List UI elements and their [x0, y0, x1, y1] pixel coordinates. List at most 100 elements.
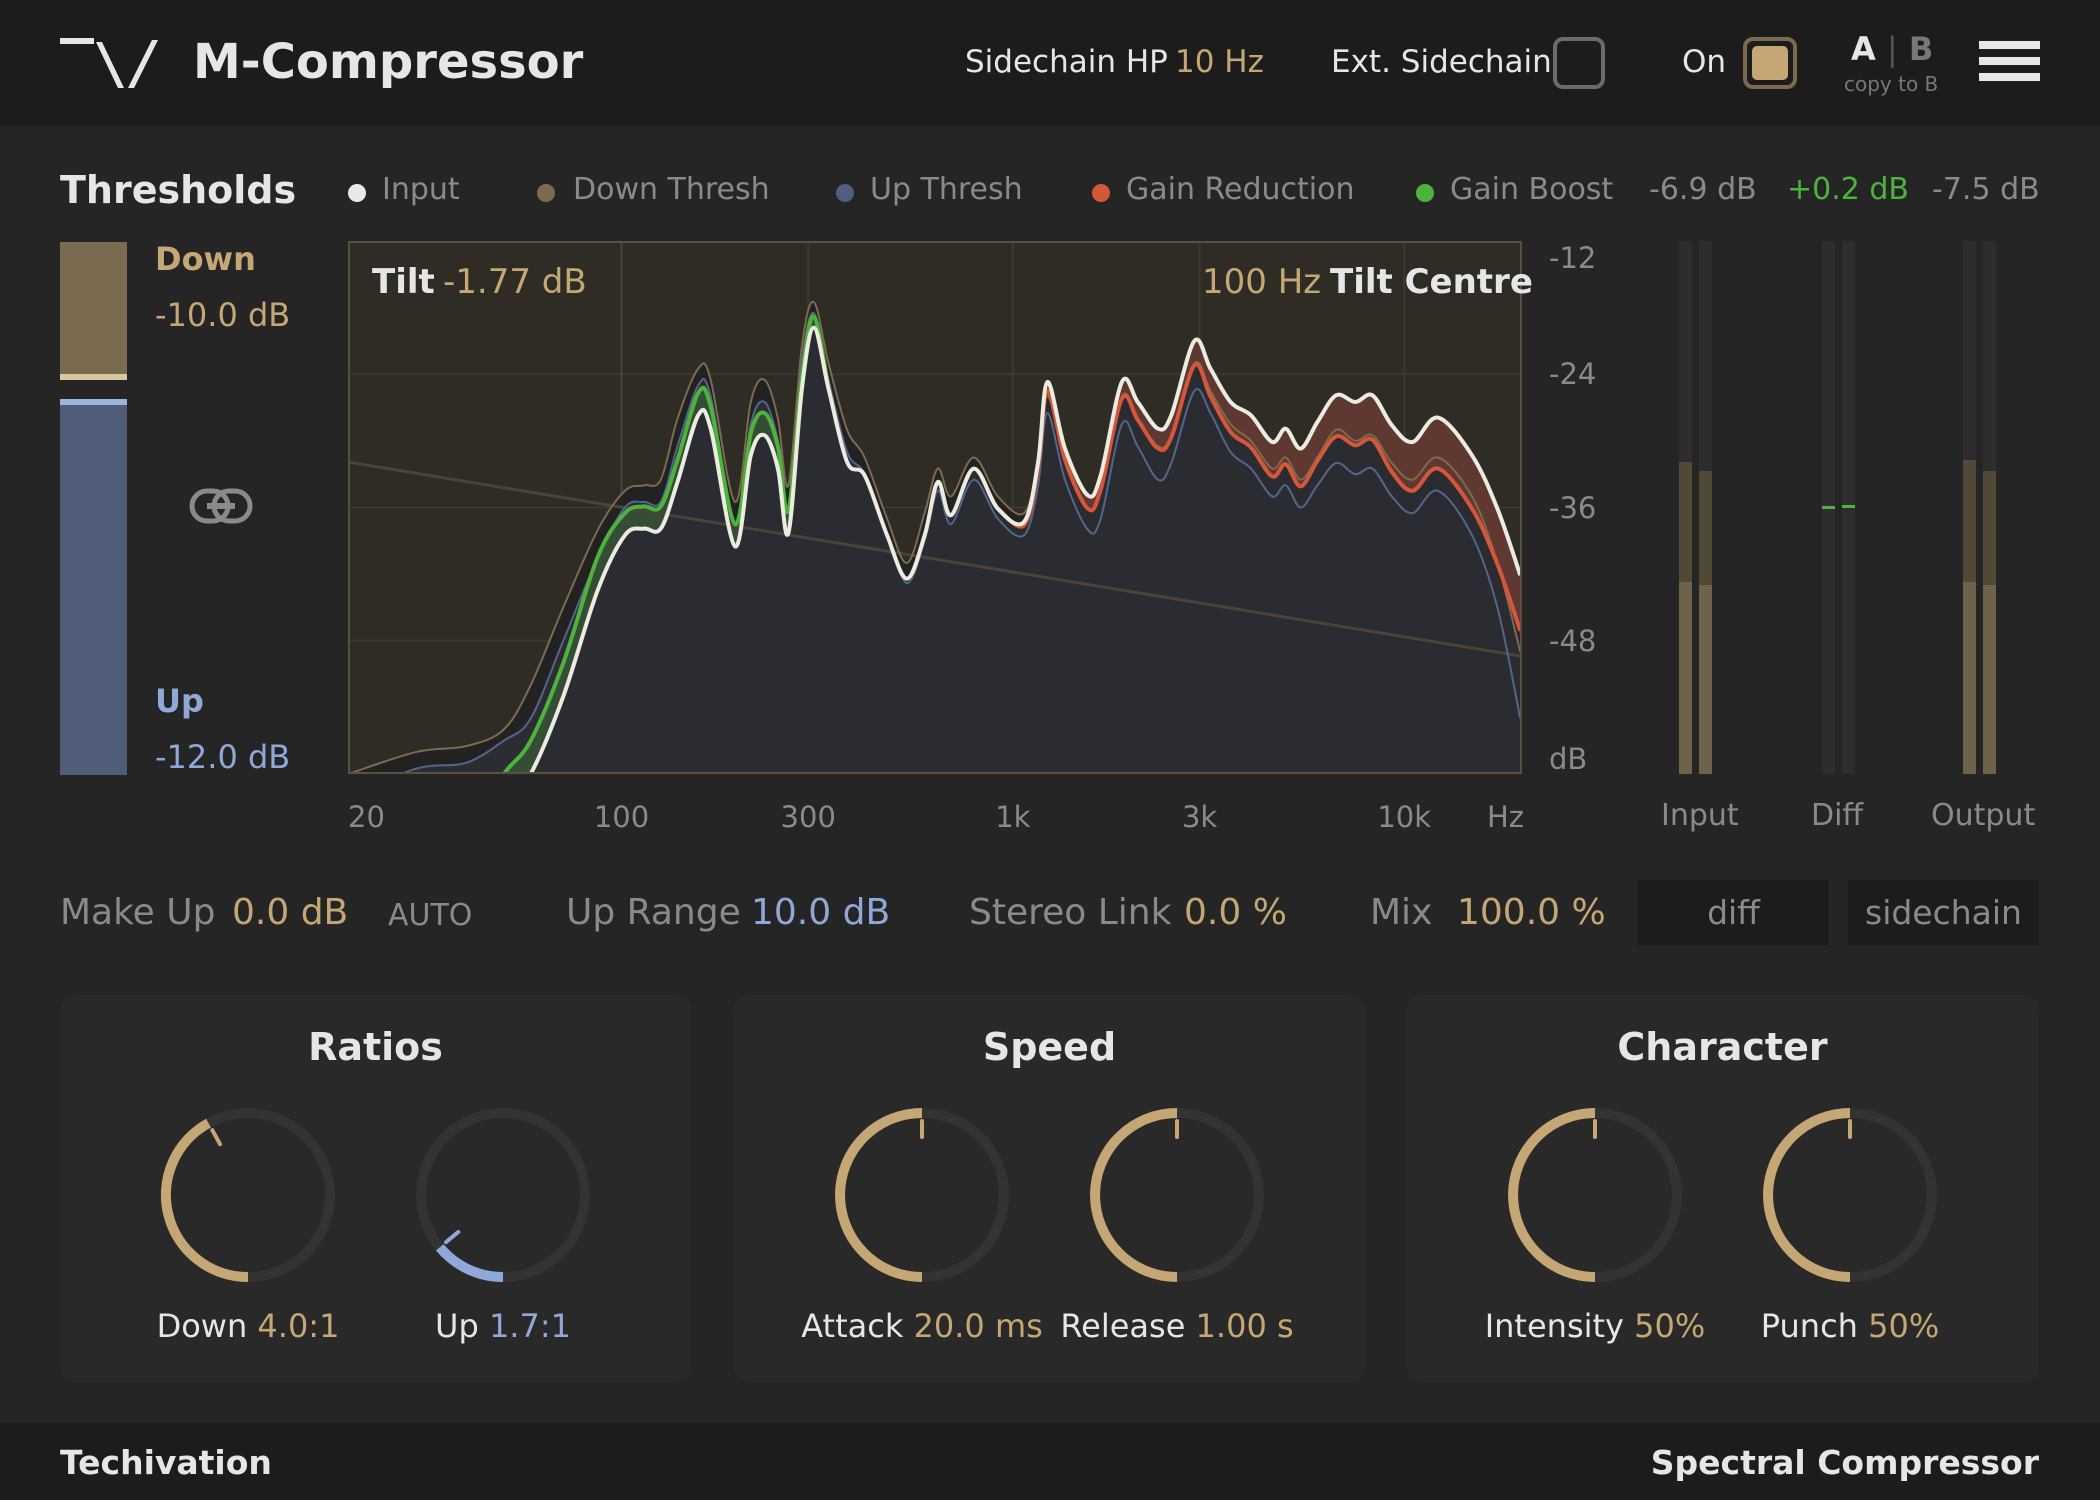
- sidechain-button[interactable]: sidechain: [1848, 880, 2039, 945]
- knob-name: Intensity: [1484, 1307, 1624, 1345]
- makeup-value[interactable]: 0.0 dB: [232, 892, 348, 933]
- diff-meter-left: [1822, 241, 1835, 774]
- output-readout: -7.5 dB: [1932, 172, 2040, 207]
- knob-value[interactable]: 4.0:1: [257, 1307, 339, 1345]
- ext-sidechain-checkbox[interactable]: [1553, 37, 1605, 89]
- x-axis-unit: Hz: [1487, 800, 1525, 834]
- panel-title: Speed: [982, 1025, 1117, 1069]
- panel-character: Character Intensity 50% Punch 50%: [1407, 995, 2038, 1382]
- knob-up[interactable]: [408, 1100, 598, 1290]
- knob-label: Punch 50%: [1761, 1307, 1939, 1345]
- auto-button[interactable]: AUTO: [388, 898, 472, 933]
- tilt-centre-value[interactable]: 100 Hz: [1202, 262, 1321, 302]
- knob-name: Up: [435, 1307, 479, 1345]
- input-meter-left: [1679, 241, 1692, 774]
- knob-value[interactable]: 20.0 ms: [914, 1307, 1043, 1345]
- tilt-value[interactable]: -1.77 dB: [443, 262, 587, 302]
- knob-value-arc: [1763, 1108, 1851, 1282]
- legend-dot-input: [348, 184, 366, 202]
- up-threshold-value[interactable]: -12.0 dB: [155, 738, 290, 776]
- stereo-link-value[interactable]: 0.0 %: [1184, 892, 1287, 933]
- app-title: M-Compressor: [193, 34, 584, 90]
- spectrum-display[interactable]: [348, 241, 1522, 774]
- diff-button[interactable]: diff: [1638, 880, 1829, 945]
- knob-label: Attack 20.0 ms: [801, 1307, 1043, 1345]
- knob-value[interactable]: 1.7:1: [489, 1307, 571, 1345]
- meter-level-fill: [1699, 585, 1712, 774]
- product-name: Spectral Compressor: [1650, 1443, 2039, 1482]
- tilt-label: Tilt: [372, 262, 435, 302]
- knob-value-arc: [835, 1108, 923, 1282]
- output-meter-label: Output: [1931, 798, 2036, 833]
- legend-down-thresh: Down Thresh: [573, 172, 770, 207]
- on-toggle[interactable]: [1743, 37, 1797, 89]
- knob-pointer: [210, 1128, 223, 1147]
- input-meter-right: [1699, 241, 1712, 774]
- knob-attack[interactable]: [827, 1100, 1017, 1290]
- knob-value[interactable]: 1.00 s: [1196, 1307, 1294, 1345]
- output-meter-right: [1983, 241, 1996, 774]
- y-axis-unit: dB: [1549, 742, 1588, 776]
- knob-intensity[interactable]: [1500, 1100, 1690, 1290]
- menu-icon[interactable]: [1979, 41, 2040, 81]
- mix-label: Mix: [1370, 892, 1433, 933]
- y-tick-label: -48: [1549, 623, 1597, 658]
- down-threshold-label: Down: [155, 240, 256, 278]
- up-threshold-label: Up: [155, 682, 204, 720]
- brand-name: Techivation: [60, 1443, 272, 1482]
- input-readout: -6.9 dB: [1649, 172, 1757, 207]
- down-threshold-value[interactable]: -10.0 dB: [155, 296, 290, 334]
- ab-separator: |: [1886, 30, 1898, 68]
- knob-punch[interactable]: [1755, 1100, 1945, 1290]
- legend-gain-boost: Gain Boost: [1450, 172, 1614, 207]
- legend-up-thresh: Up Thresh: [870, 172, 1023, 207]
- down-threshold-handle[interactable]: [60, 374, 127, 380]
- x-tick-label: 100: [593, 800, 650, 834]
- footer-bar: Techivation Spectral Compressor: [0, 1423, 2100, 1500]
- panel-ratios: Ratios Down 4.0:1 Up 1.7:1: [60, 995, 691, 1382]
- x-tick-label: 1k: [995, 800, 1031, 834]
- stereo-link-label: Stereo Link: [969, 892, 1172, 933]
- meter-level-fill: [1983, 585, 1996, 774]
- knob-name: Release: [1060, 1307, 1186, 1345]
- legend-dot-gain-boost: [1416, 184, 1434, 202]
- knob-value-arc: [160, 1118, 249, 1282]
- knob-label: Intensity 50%: [1485, 1307, 1706, 1345]
- knob-name: Punch: [1760, 1307, 1858, 1345]
- knob-value[interactable]: 50%: [1634, 1307, 1705, 1345]
- legend-input: Input: [382, 172, 460, 207]
- knob-value[interactable]: 50%: [1868, 1307, 1939, 1345]
- preset-a-button[interactable]: A: [1851, 30, 1876, 68]
- logo-icon: [60, 38, 158, 88]
- preset-b-button[interactable]: B: [1909, 30, 1933, 68]
- diff-meter-marker: [1842, 504, 1855, 508]
- up-range-value[interactable]: 10.0 dB: [751, 892, 890, 933]
- link-icon[interactable]: [189, 488, 253, 524]
- up-threshold-fill: [60, 405, 127, 775]
- knob-release[interactable]: [1082, 1100, 1272, 1290]
- tilt-centre-label: Tilt Centre: [1330, 262, 1533, 302]
- legend-dot-up-thresh: [836, 184, 854, 202]
- makeup-label: Make Up: [60, 892, 216, 933]
- panel-title: Character: [1617, 1025, 1828, 1069]
- knob-value-arc: [435, 1243, 504, 1283]
- sidechain-hp-label: Sidechain HP: [965, 44, 1168, 80]
- x-tick-label: 10k: [1377, 800, 1432, 834]
- header-bar: M-Compressor Sidechain HP 10 Hz Ext. Sid…: [0, 0, 2100, 126]
- on-label: On: [1682, 44, 1727, 80]
- y-tick-label: -12: [1549, 241, 1597, 275]
- copy-to-b-button[interactable]: copy to B: [1844, 72, 1938, 96]
- meter-level-fill: [1963, 582, 1976, 774]
- legend-dot-gain-reduction: [1092, 184, 1110, 202]
- diff-meter-label: Diff: [1811, 798, 1864, 833]
- sidechain-hp-value[interactable]: 10 Hz: [1175, 44, 1264, 80]
- knob-down[interactable]: [153, 1100, 343, 1290]
- up-range-label: Up Range: [566, 892, 741, 933]
- threshold-slider[interactable]: [60, 242, 127, 775]
- knob-name: Attack: [801, 1307, 904, 1345]
- meter-level-fill: [1679, 582, 1692, 774]
- mix-value[interactable]: 100.0 %: [1457, 892, 1606, 933]
- panel-title: Ratios: [308, 1025, 443, 1069]
- input-meter-label: Input: [1661, 798, 1739, 833]
- knob-value-arc: [1090, 1108, 1178, 1282]
